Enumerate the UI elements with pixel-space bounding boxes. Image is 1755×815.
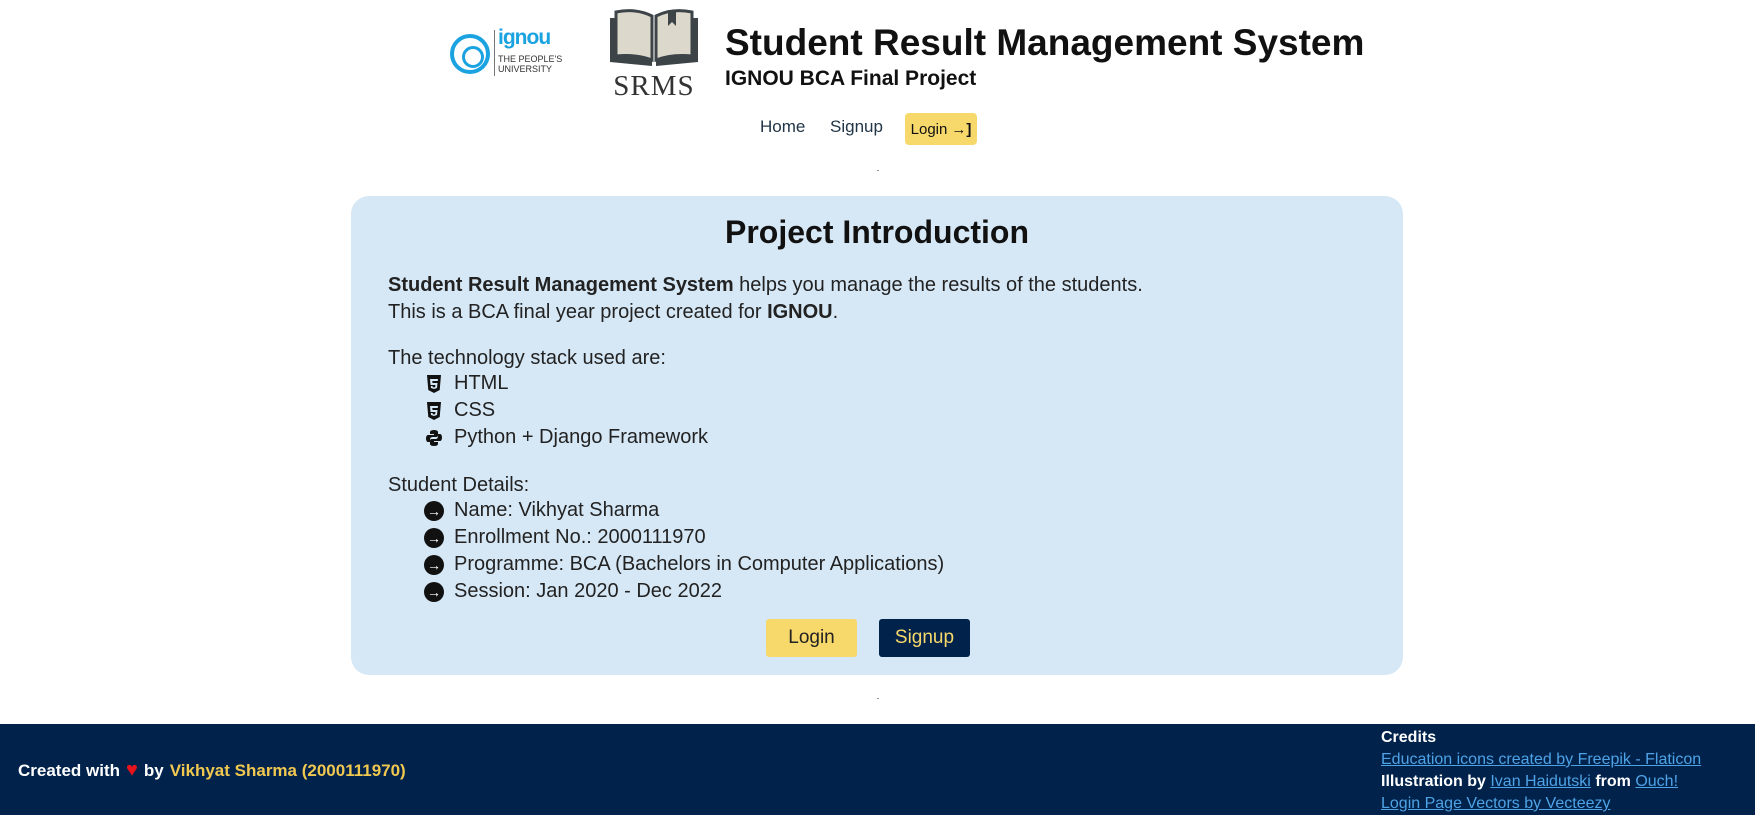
html5-icon xyxy=(424,374,444,394)
intro-text: helps you manage the results of the stud… xyxy=(733,274,1143,296)
login-button[interactable]: Login xyxy=(766,619,857,657)
credits-heading: Credits xyxy=(1381,729,1437,746)
author-name: Vikhyat Sharma (2000111970) xyxy=(169,760,406,780)
nav-login-button[interactable]: Login →] xyxy=(905,113,977,145)
freepik-credit-link[interactable]: Education icons created by Freepik - Fla… xyxy=(1381,751,1701,768)
card-title: Project Introduction xyxy=(725,214,1029,250)
arrow-right-circle-icon: → xyxy=(424,527,444,548)
ignou-logo-line2: UNIVERSITY xyxy=(498,64,553,74)
vecteezy-credit-link[interactable]: Login Page Vectors by Vecteezy xyxy=(1381,795,1610,812)
nav-login-label: Login xyxy=(910,120,948,138)
intro-bold: Student Result Management System xyxy=(388,274,734,296)
ouch-link[interactable]: Ouch! xyxy=(1635,773,1678,790)
illustration-by-text: Illustration by xyxy=(1381,773,1486,790)
detail-session: Session: Jan 2020 - Dec 2022 xyxy=(454,580,722,602)
illustration-credit: Illustration by Ivan Haidutski from Ouch… xyxy=(1381,771,1701,793)
tech-item-label: HTML xyxy=(454,372,509,394)
intro-line2-bold: IGNOU xyxy=(767,301,833,323)
credits: Credits Education icons created by Freep… xyxy=(1381,727,1701,815)
arrow-right-circle-icon: → xyxy=(424,581,444,602)
ignou-logo: ignou THE PEOPLE'S UNIVERSITY xyxy=(450,26,570,80)
tech-item-label: CSS xyxy=(454,399,496,421)
divider xyxy=(877,698,879,699)
from-text: from xyxy=(1595,773,1631,790)
nav-home-link[interactable]: Home xyxy=(760,117,805,137)
detail-item: → Name: Vikhyat Sharma xyxy=(424,499,659,522)
intro-line-2: This is a BCA final year project created… xyxy=(388,299,838,326)
intro-line-1: Student Result Management System helps y… xyxy=(388,272,1143,299)
srms-logo-text: SRMS xyxy=(613,70,695,102)
ignou-emblem-icon xyxy=(450,34,490,74)
tech-item: HTML xyxy=(424,372,508,395)
detail-programme: Programme: BCA (Bachelors in Computer Ap… xyxy=(454,553,945,575)
divider xyxy=(877,170,879,171)
ivan-haidutski-link[interactable]: Ivan Haidutski xyxy=(1490,773,1591,790)
detail-enrollment: Enrollment No.: 2000111970 xyxy=(454,526,706,548)
css3-icon xyxy=(424,401,444,421)
site-title: Student Result Management System xyxy=(725,22,1365,63)
detail-item: → Programme: BCA (Bachelors in Computer A… xyxy=(424,553,944,576)
site-subtitle: IGNOU BCA Final Project xyxy=(725,67,977,90)
by-text: by xyxy=(143,760,164,780)
details-heading: Student Details: xyxy=(388,474,530,496)
detail-item: → Enrollment No.: 2000111970 xyxy=(424,526,706,549)
sign-in-icon: →] xyxy=(951,120,972,138)
arrow-right-circle-icon: → xyxy=(424,500,444,521)
tech-item: Python + Django Framework xyxy=(424,426,708,449)
arrow-right-circle-icon: → xyxy=(424,554,444,575)
footer-attribution: Created with ♥ by Vikhyat Sharma (200011… xyxy=(18,759,406,782)
detail-name: Name: Vikhyat Sharma xyxy=(454,499,660,521)
signup-button[interactable]: Signup xyxy=(879,619,970,657)
tech-item-label: Python + Django Framework xyxy=(454,426,709,448)
intro-line2-text: This is a BCA final year project created… xyxy=(388,301,768,323)
nav-signup-link[interactable]: Signup xyxy=(830,117,883,137)
project-introduction-card: Project Introduction Student Result Mana… xyxy=(351,196,1403,675)
python-icon xyxy=(424,428,444,448)
logo-divider xyxy=(494,30,495,76)
tech-heading: The technology stack used are: xyxy=(388,347,666,369)
ignou-logo-line1: THE PEOPLE'S xyxy=(498,54,563,64)
heart-icon: ♥ xyxy=(126,759,138,781)
ignou-logo-name: ignou xyxy=(498,26,551,49)
srms-logo: SRMS xyxy=(606,8,702,102)
intro-line2-end: . xyxy=(832,301,839,323)
detail-item: → Session: Jan 2020 - Dec 2022 xyxy=(424,580,722,603)
tech-item: CSS xyxy=(424,399,495,422)
footer: Created with ♥ by Vikhyat Sharma (200011… xyxy=(0,724,1755,815)
open-book-icon xyxy=(610,9,698,66)
created-with-text: Created with xyxy=(18,760,121,780)
